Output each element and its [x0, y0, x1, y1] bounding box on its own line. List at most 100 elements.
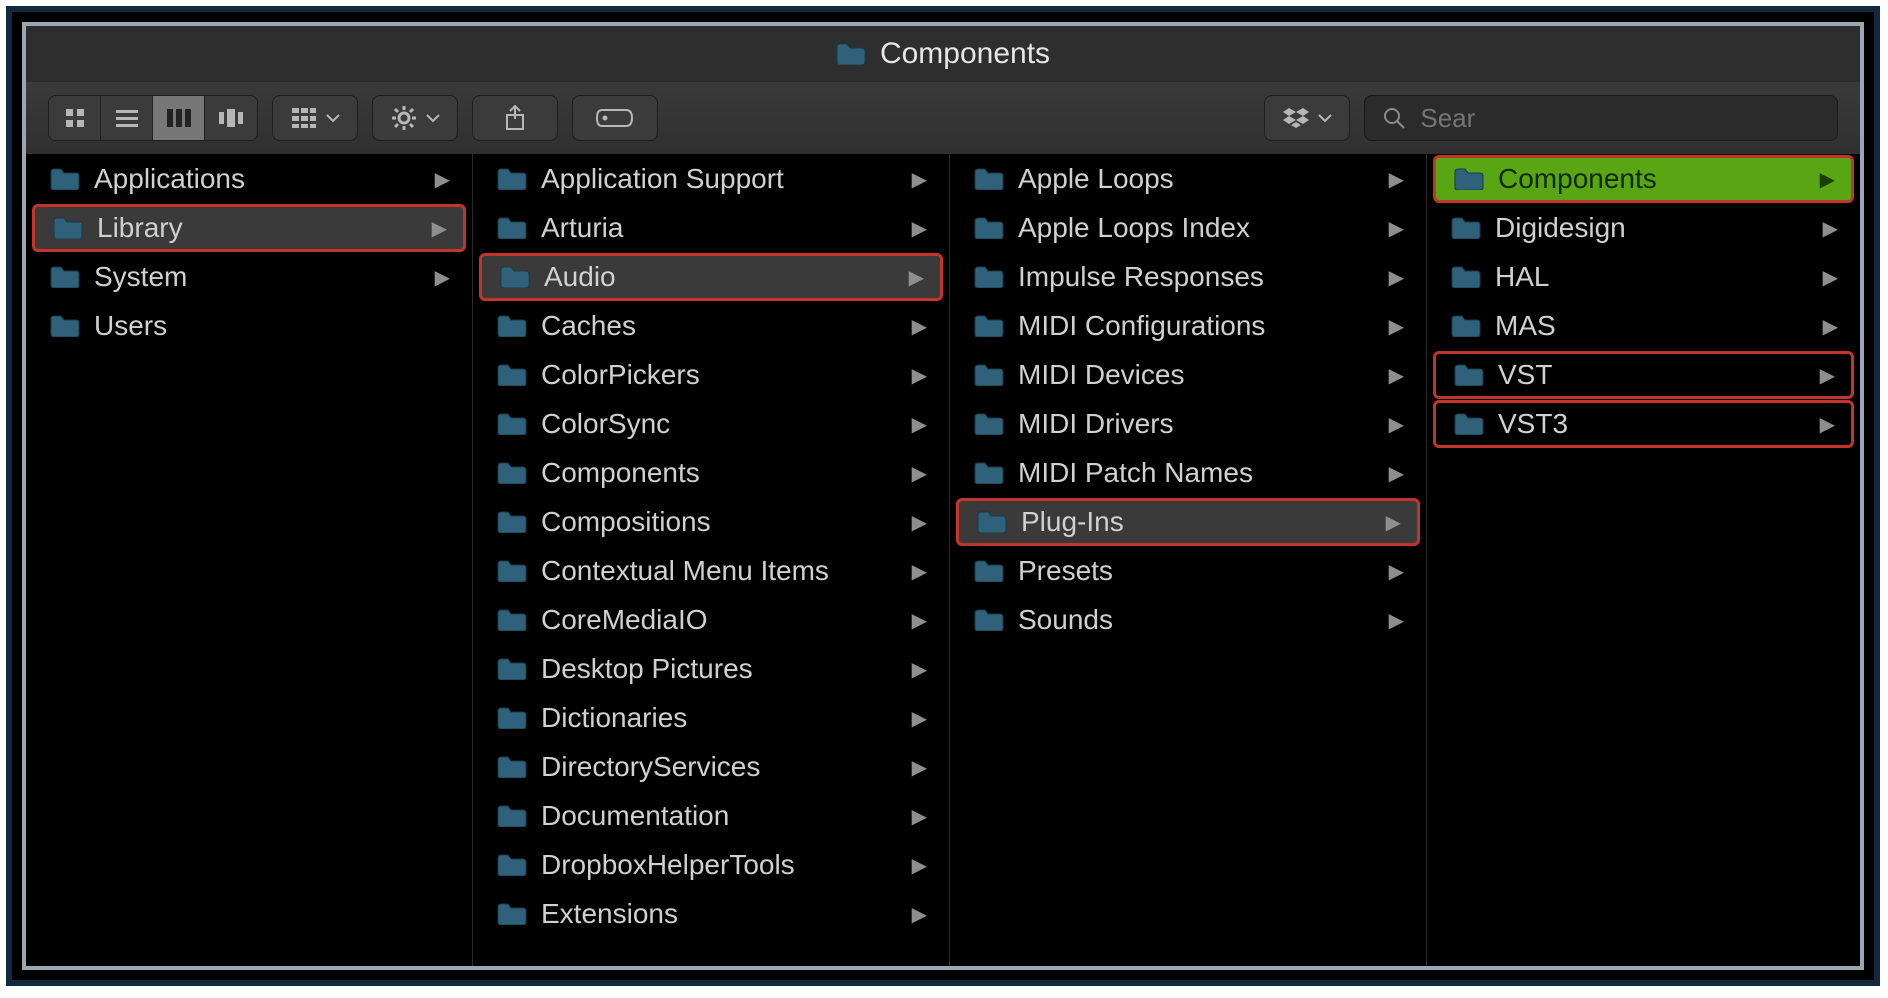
- column-view-button[interactable]: [153, 96, 205, 140]
- folder-icon: [497, 511, 527, 533]
- folder-row[interactable]: Components▶: [479, 449, 943, 497]
- folder-label: ColorPickers: [541, 359, 700, 391]
- edit-tags-button[interactable]: [572, 95, 658, 141]
- folder-icon: [1454, 168, 1484, 190]
- gear-icon: [390, 104, 418, 132]
- folder-row[interactable]: Sounds▶: [956, 596, 1420, 644]
- folder-label: DropboxHelperTools: [541, 849, 795, 881]
- folder-row[interactable]: Audio▶: [479, 253, 943, 301]
- folder-row[interactable]: ColorPickers ▶: [479, 351, 943, 399]
- chevron-right-icon: ▶: [912, 412, 935, 437]
- folder-label: DirectoryServices: [541, 751, 760, 783]
- chevron-right-icon: ▶: [1823, 265, 1846, 290]
- folder-row[interactable]: HAL▶: [1433, 253, 1854, 301]
- group-by-button[interactable]: [272, 95, 358, 141]
- browser-column: Apple Loops▶Apple Loops Index▶Impulse Re…: [950, 154, 1427, 966]
- folder-icon: [500, 266, 530, 288]
- folder-icon: [974, 168, 1004, 190]
- folder-row[interactable]: CoreMediaIO▶: [479, 596, 943, 644]
- folder-label: MIDI Devices: [1018, 359, 1184, 391]
- folder-label: Apple Loops Index: [1018, 212, 1250, 244]
- folder-icon: [497, 707, 527, 729]
- coverflow-view-button[interactable]: [205, 96, 257, 140]
- view-mode-segment: [48, 95, 258, 141]
- icon-view-icon: [61, 104, 89, 132]
- folder-row[interactable]: MIDI Devices▶: [956, 351, 1420, 399]
- folder-row[interactable]: Arturia▶: [479, 204, 943, 252]
- folder-label: Desktop Pictures: [541, 653, 753, 685]
- chevron-right-icon: ▶: [912, 314, 935, 339]
- folder-row[interactable]: VST ▶: [1433, 351, 1854, 399]
- chevron-right-icon: ▶: [912, 363, 935, 388]
- folder-row[interactable]: MAS▶: [1433, 302, 1854, 350]
- folder-row[interactable]: Desktop Pictures▶: [479, 645, 943, 693]
- folder-row[interactable]: Dictionaries▶: [479, 694, 943, 742]
- folder-label: Apple Loops: [1018, 163, 1174, 195]
- folder-row[interactable]: Apple Loops Index▶: [956, 204, 1420, 252]
- folder-label: VST: [1498, 359, 1552, 391]
- search-input[interactable]: [1418, 102, 1821, 135]
- column-view-icon: [165, 104, 193, 132]
- folder-row[interactable]: Impulse Responses▶: [956, 253, 1420, 301]
- list-view-button[interactable]: [101, 96, 153, 140]
- folder-label: MIDI Configurations: [1018, 310, 1265, 342]
- folder-row[interactable]: Application Support ▶: [479, 155, 943, 203]
- chevron-right-icon: ▶: [912, 853, 935, 878]
- action-button[interactable]: [372, 95, 458, 141]
- titlebar: Components: [26, 26, 1860, 82]
- browser-column: Application Support▶Arturia▶Audio▶Caches…: [473, 154, 950, 966]
- folder-row[interactable]: Caches▶: [479, 302, 943, 350]
- chevron-right-icon: ▶: [1389, 559, 1412, 584]
- chevron-right-icon: ▶: [1823, 314, 1846, 339]
- folder-row[interactable]: Applications▶: [32, 155, 466, 203]
- folder-row[interactable]: Documentation▶: [479, 792, 943, 840]
- folder-row[interactable]: Contextual Menu Items▶: [479, 547, 943, 595]
- group-icon: [290, 104, 318, 132]
- search-icon: [1381, 104, 1406, 132]
- folder-row[interactable]: Extensions▶: [479, 890, 943, 938]
- dropbox-button[interactable]: [1264, 95, 1350, 141]
- folder-icon: [974, 560, 1004, 582]
- chevron-right-icon: ▶: [912, 902, 935, 927]
- folder-icon: [497, 462, 527, 484]
- browser-column: Components▶Digidesign▶HAL▶MAS▶VST▶VST3▶: [1427, 154, 1860, 966]
- chevron-right-icon: ▶: [1820, 363, 1843, 388]
- folder-row[interactable]: Presets▶: [956, 547, 1420, 595]
- folder-row[interactable]: MIDI Patch Names▶: [956, 449, 1420, 497]
- folder-row[interactable]: Apple Loops▶: [956, 155, 1420, 203]
- folder-label: Impulse Responses: [1018, 261, 1264, 293]
- toolbar: [26, 82, 1860, 155]
- folder-row[interactable]: MIDI Drivers▶: [956, 400, 1420, 448]
- folder-label: Arturia: [541, 212, 623, 244]
- folder-row[interactable]: Users: [32, 302, 466, 350]
- folder-row[interactable]: ColorSync▶: [479, 400, 943, 448]
- folder-row[interactable]: VST3▶: [1433, 400, 1854, 448]
- list-view-icon: [113, 104, 141, 132]
- folder-row[interactable]: Compositions▶: [479, 498, 943, 546]
- chevron-right-icon: ▶: [1389, 412, 1412, 437]
- folder-icon: [977, 511, 1007, 533]
- folder-row[interactable]: System▶: [32, 253, 466, 301]
- folder-row[interactable]: DirectoryServices▶: [479, 743, 943, 791]
- folder-label: Library: [97, 212, 183, 244]
- share-icon: [501, 104, 529, 132]
- folder-label: Application Support: [541, 163, 784, 195]
- folder-row[interactable]: Digidesign▶: [1433, 204, 1854, 252]
- folder-label: Documentation: [541, 800, 729, 832]
- chevron-right-icon: ▶: [912, 510, 935, 535]
- icon-view-button[interactable]: [49, 96, 101, 140]
- folder-label: Audio: [544, 261, 616, 293]
- window-frame: Components: [6, 6, 1880, 986]
- folder-row[interactable]: Plug-Ins▶: [956, 498, 1420, 546]
- folder-icon: [497, 413, 527, 435]
- folder-row[interactable]: DropboxHelperTools ▶: [479, 841, 943, 889]
- folder-label: VST3: [1498, 408, 1568, 440]
- folder-row[interactable]: MIDI Configurations▶: [956, 302, 1420, 350]
- search-field[interactable]: [1364, 95, 1838, 141]
- chevron-right-icon: ▶: [912, 167, 935, 192]
- chevron-right-icon: ▶: [1389, 461, 1412, 486]
- folder-row[interactable]: Components▶: [1433, 155, 1854, 203]
- folder-icon: [497, 315, 527, 337]
- share-button[interactable]: [472, 95, 558, 141]
- folder-row[interactable]: Library▶: [32, 204, 466, 252]
